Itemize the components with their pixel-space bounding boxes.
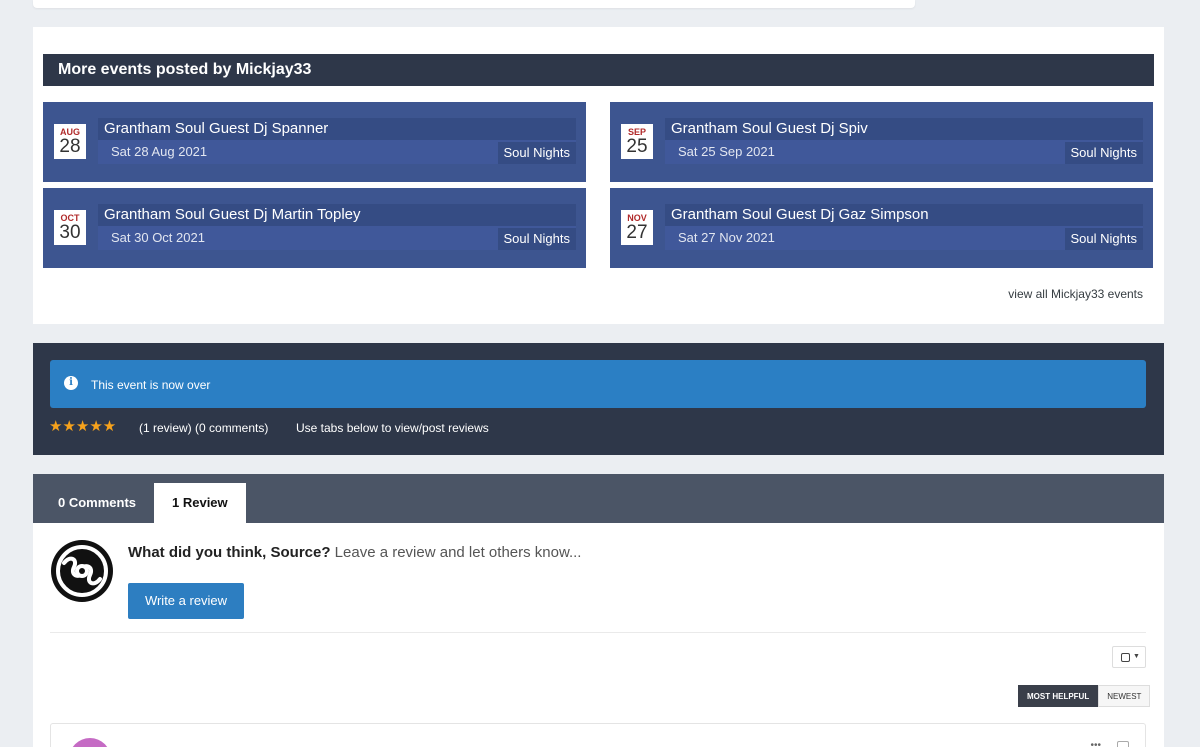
- write-review-button[interactable]: Write a review: [128, 583, 244, 619]
- divider: [50, 632, 1146, 633]
- event-day: 27: [626, 222, 648, 243]
- event-day: 30: [59, 222, 81, 243]
- event-date-text: Sat 27 Nov 2021: [678, 230, 775, 245]
- sort-most-helpful[interactable]: MOST HELPFUL: [1018, 685, 1099, 707]
- info-icon: i: [64, 376, 78, 390]
- more-events-heading: More events posted by Mickjay33: [43, 54, 1154, 86]
- event-title[interactable]: Grantham Soul Guest Dj Gaz Simpson: [671, 207, 929, 223]
- event-date-text: Sat 25 Sep 2021: [678, 144, 775, 159]
- sort-newest[interactable]: NEWEST: [1098, 685, 1151, 707]
- event-date-badge: SEP 25: [621, 124, 653, 159]
- event-day: 28: [59, 136, 81, 157]
- event-title[interactable]: Grantham Soul Guest Dj Spanner: [104, 121, 328, 137]
- event-day: 25: [626, 136, 648, 157]
- reviews-panel: 0 Comments 1 Review What did you think, …: [33, 474, 1164, 747]
- event-date-text: Sat 30 Oct 2021: [111, 230, 205, 245]
- reviews-tab-bar: 0 Comments 1 Review: [33, 474, 1164, 523]
- checkbox-icon: [1121, 653, 1130, 662]
- tabs-hint: Use tabs below to view/post reviews: [296, 421, 489, 435]
- tab-comments[interactable]: 0 Comments: [40, 483, 154, 523]
- event-card[interactable]: AUG 28 Grantham Soul Guest Dj Spanner Sa…: [43, 102, 586, 182]
- tab-reviews[interactable]: 1 Review: [154, 483, 246, 523]
- rating-summary: (1 review) (0 comments): [139, 421, 269, 435]
- caret-down-icon: ▼: [1133, 653, 1140, 660]
- user-avatar: [50, 539, 114, 603]
- review-select-checkbox[interactable]: [1117, 741, 1129, 747]
- star-rating: ★★★★★: [49, 418, 117, 435]
- event-date-badge: OCT 30: [54, 210, 86, 245]
- event-over-message: This event is now over: [91, 378, 211, 392]
- review-sort-group: MOST HELPFUL NEWEST: [1018, 685, 1151, 707]
- reviewer-avatar[interactable]: [69, 738, 111, 747]
- event-category[interactable]: Soul Nights: [497, 228, 576, 250]
- event-card[interactable]: SEP 25 Grantham Soul Guest Dj Spiv Sat 2…: [610, 102, 1153, 182]
- event-date-text: Sat 28 Aug 2021: [111, 144, 208, 159]
- view-all-events-link[interactable]: view all Mickjay33 events: [1008, 287, 1143, 301]
- event-status-panel: i This event is now over ★★★★★ (1 review…: [33, 343, 1164, 455]
- event-title[interactable]: Grantham Soul Guest Dj Martin Topley: [104, 207, 361, 223]
- event-date-badge: AUG 28: [54, 124, 86, 159]
- previous-panel-bottom: [33, 0, 915, 8]
- select-reviews-button[interactable]: ▼: [1112, 646, 1146, 668]
- event-over-banner: i This event is now over: [50, 360, 1146, 408]
- sos-logo-icon: [51, 540, 113, 602]
- event-date-badge: NOV 27: [621, 210, 653, 245]
- more-events-panel: More events posted by Mickjay33 AUG 28 G…: [33, 27, 1164, 324]
- event-category[interactable]: Soul Nights: [1064, 142, 1143, 164]
- review-prompt: What did you think, Source? Leave a revi…: [128, 544, 581, 562]
- event-card[interactable]: OCT 30 Grantham Soul Guest Dj Martin Top…: [43, 188, 586, 268]
- event-category[interactable]: Soul Nights: [1064, 228, 1143, 250]
- event-category[interactable]: Soul Nights: [497, 142, 576, 164]
- review-prompt-question: What did you think, Source?: [128, 544, 331, 561]
- review-prompt-text: Leave a review and let others know...: [330, 544, 582, 561]
- review-item: •••: [50, 723, 1146, 747]
- event-card[interactable]: NOV 27 Grantham Soul Guest Dj Gaz Simpso…: [610, 188, 1153, 268]
- review-more-icon[interactable]: •••: [1090, 740, 1101, 747]
- event-title[interactable]: Grantham Soul Guest Dj Spiv: [671, 121, 868, 137]
